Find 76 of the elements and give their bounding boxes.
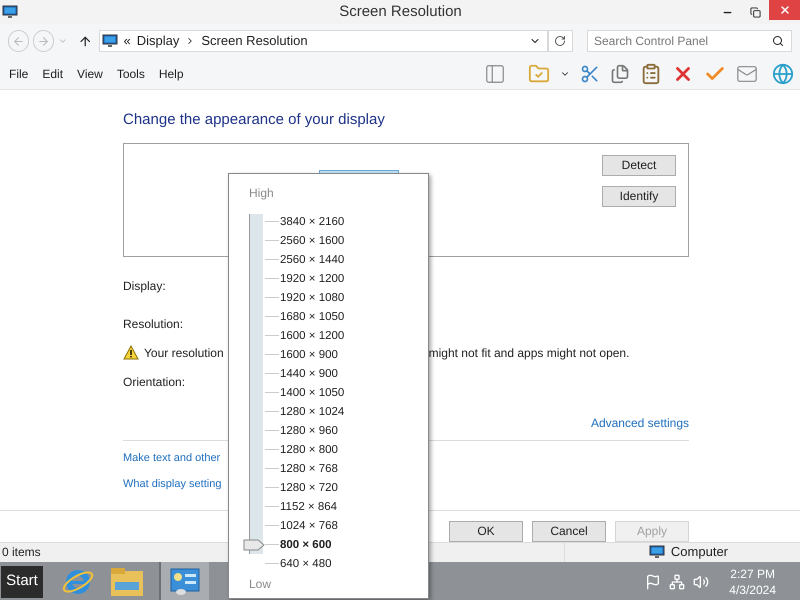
- help-link[interactable]: Make text and other: [123, 450, 220, 466]
- up-icon[interactable]: [78, 34, 93, 48]
- resolution-option[interactable]: 3840 × 2160: [280, 214, 344, 228]
- resolution-option[interactable]: 1920 × 1080: [280, 290, 344, 304]
- resolution-option[interactable]: 2560 × 1600: [280, 234, 344, 248]
- start-button[interactable]: Start: [1, 566, 43, 598]
- resolution-option[interactable]: 1400 × 1050: [280, 386, 344, 400]
- window-title: Screen Resolution: [338, 2, 463, 22]
- resolution-option[interactable]: 800 × 600: [280, 538, 332, 552]
- resolution-option[interactable]: 2560 × 1440: [280, 252, 344, 266]
- page-heading: Change the appearance of your display: [123, 110, 386, 130]
- slider-track[interactable]: [249, 214, 263, 554]
- layout-icon[interactable]: [484, 62, 506, 84]
- resolution-option[interactable]: 1280 × 1024: [280, 404, 344, 418]
- refresh-button[interactable]: [548, 30, 573, 52]
- resolution-option[interactable]: 1280 × 768: [280, 462, 338, 476]
- forward-button[interactable]: [33, 30, 54, 52]
- speaker-icon[interactable]: [693, 574, 710, 590]
- resolution-option[interactable]: 1920 × 1200: [280, 272, 344, 286]
- computer-icon: [648, 544, 665, 560]
- resolution-option[interactable]: 1600 × 1200: [280, 328, 344, 342]
- monitor-icon: [102, 33, 118, 49]
- resolution-option[interactable]: 1600 × 900: [280, 348, 338, 362]
- slider-high-label: High: [249, 186, 274, 200]
- cut-icon[interactable]: [580, 64, 600, 84]
- warning-icon: [123, 345, 139, 360]
- field-label: Orientation:: [123, 374, 186, 390]
- breadcrumb[interactable]: Screen Resolution: [201, 31, 308, 51]
- help-link[interactable]: What display setting: [123, 476, 222, 492]
- close-button[interactable]: [769, 0, 800, 20]
- dialog-button[interactable]: OK: [449, 520, 523, 542]
- address-field[interactable]: « Display Screen Resolution: [98, 30, 548, 52]
- menu-item[interactable]: Help: [158, 64, 184, 82]
- refresh-icon: [554, 35, 566, 47]
- slider-thumb[interactable]: [243, 539, 265, 551]
- close-icon: [778, 4, 790, 16]
- warning-text: Your resolution: [144, 344, 224, 362]
- status-text: Computer: [670, 543, 728, 562]
- warning-text: might not fit and apps might not open.: [428, 344, 630, 362]
- breadcrumb[interactable]: Display: [136, 31, 180, 51]
- folder-icon[interactable]: [109, 566, 145, 598]
- status-text: 0 items: [1, 544, 41, 561]
- restore-icon: [750, 6, 760, 18]
- field-label: Display:: [123, 278, 166, 294]
- resolution-option[interactable]: 640 × 480: [280, 556, 332, 570]
- dialog-button[interactable]: Cancel: [532, 520, 606, 542]
- search-icon: [772, 35, 784, 47]
- globe-icon[interactable]: [772, 62, 794, 84]
- control-panel-icon[interactable]: [169, 566, 201, 596]
- resolution-option[interactable]: 1280 × 800: [280, 442, 338, 456]
- advanced-settings-link[interactable]: Advanced settings: [590, 414, 689, 432]
- preview-button[interactable]: Detect: [602, 154, 676, 176]
- field-label: Resolution:: [123, 316, 184, 332]
- menu-item[interactable]: Edit: [42, 64, 64, 82]
- monitor-icon: [2, 4, 18, 20]
- slider-low-label: Low: [249, 577, 272, 591]
- copy-icon[interactable]: [610, 64, 630, 84]
- menu-item[interactable]: Tools: [116, 64, 145, 82]
- resolution-option[interactable]: 1024 × 768: [280, 518, 338, 532]
- back-arrow-icon: [12, 34, 26, 48]
- resolution-option[interactable]: 1680 × 1050: [280, 310, 344, 324]
- folder-icon[interactable]: [528, 62, 550, 84]
- flag-icon[interactable]: [645, 574, 662, 590]
- resolution-option[interactable]: 1280 × 720: [280, 480, 338, 494]
- resolution-option[interactable]: 1440 × 900: [280, 366, 338, 380]
- back-button[interactable]: [8, 30, 30, 52]
- menu-item[interactable]: View: [77, 64, 103, 82]
- address-prefix[interactable]: «: [124, 31, 131, 51]
- paste-icon[interactable]: [640, 62, 662, 84]
- resolution-option[interactable]: 1280 × 960: [280, 424, 338, 438]
- search-field[interactable]: Search Control Panel: [586, 30, 792, 52]
- forward-arrow-icon: [37, 34, 50, 48]
- resolution-option[interactable]: 1152 × 864: [280, 500, 338, 514]
- menu-item[interactable]: File: [9, 64, 28, 82]
- preview-button[interactable]: Identify: [602, 186, 676, 206]
- network-icon[interactable]: [669, 574, 686, 590]
